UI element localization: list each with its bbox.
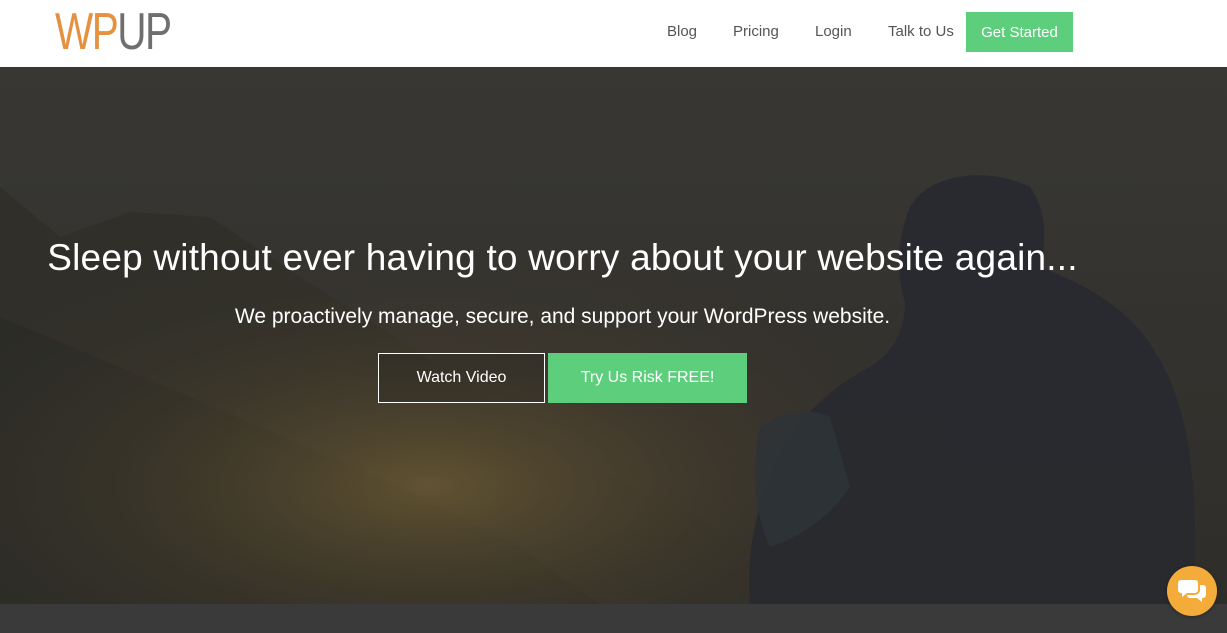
- logo-wp: WP: [55, 3, 119, 61]
- hero-background-image: [0, 67, 1227, 604]
- hero-section: Sleep without ever having to worry about…: [0, 67, 1227, 604]
- chat-bubbles-icon: [1178, 580, 1206, 602]
- nav-login[interactable]: Login: [815, 12, 852, 52]
- nav-blog[interactable]: Blog: [667, 12, 697, 52]
- nav-talk-to-us[interactable]: Talk to Us: [888, 12, 954, 52]
- hero-title: Sleep without ever having to worry about…: [47, 237, 1078, 278]
- hero-subtitle: We proactively manage, secure, and suppo…: [234, 305, 891, 328]
- chat-widget-button[interactable]: [1167, 566, 1217, 616]
- footer-strip: [0, 604, 1227, 633]
- try-risk-free-button[interactable]: Try Us Risk FREE!: [548, 353, 747, 403]
- get-started-button[interactable]: Get Started: [966, 12, 1073, 52]
- watch-video-button[interactable]: Watch Video: [378, 353, 545, 403]
- wpup-logo[interactable]: WPUP: [55, 3, 172, 61]
- nav-pricing[interactable]: Pricing: [733, 12, 779, 52]
- site-header: WPUP Blog Pricing Login Talk to Us Get S…: [0, 0, 1227, 67]
- logo-up: UP: [117, 3, 172, 61]
